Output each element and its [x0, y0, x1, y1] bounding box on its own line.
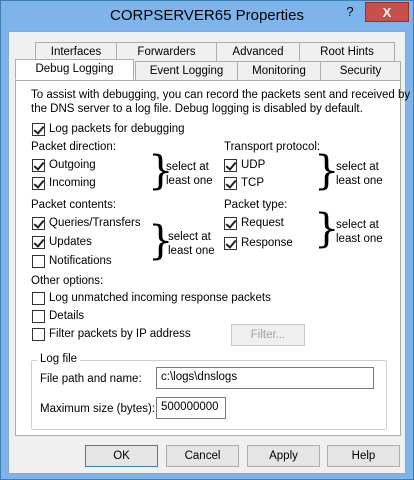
- packet-type-heading: Packet type:: [224, 199, 288, 211]
- title-bar: CORPSERVER65 Properties ? X: [1, 1, 413, 31]
- max-size-label: Maximum size (bytes):: [40, 403, 156, 415]
- notifications-label: Notifications: [49, 255, 112, 267]
- transport-note-1: select at: [336, 161, 379, 173]
- tab-advanced[interactable]: Advanced: [216, 42, 300, 61]
- log-packets-label: Log packets for debugging: [49, 123, 185, 135]
- outgoing-label: Outgoing: [49, 159, 96, 171]
- tcp-label: TCP: [241, 177, 264, 189]
- packet-direction-heading: Packet direction:: [31, 141, 117, 153]
- intro-line-2: the DNS server to a log file. Debug logg…: [31, 103, 363, 115]
- tab-event-logging[interactable]: Event Logging: [135, 61, 238, 80]
- transport-heading: Transport protocol:: [224, 141, 321, 153]
- udp-checkbox[interactable]: [224, 159, 237, 172]
- direction-note-1: select at: [166, 161, 209, 173]
- incoming-checkbox[interactable]: [32, 177, 45, 190]
- tab-monitoring[interactable]: Monitoring: [237, 61, 321, 80]
- help-icon[interactable]: ?: [337, 2, 363, 22]
- packet-contents-heading: Packet contents:: [31, 199, 117, 211]
- tab-root-hints[interactable]: Root Hints: [299, 42, 395, 61]
- udp-label: UDP: [241, 159, 266, 171]
- intro-line-1: To assist with debugging, you can record…: [31, 89, 411, 101]
- transport-note-2: least one: [336, 175, 383, 187]
- dialog-body: Interfaces Forwarders Advanced Root Hint…: [8, 31, 410, 474]
- properties-dialog: CORPSERVER65 Properties ? X Interfaces F…: [0, 0, 414, 480]
- log-file-heading: Log file: [37, 353, 81, 365]
- file-path-input[interactable]: c:\logs\dnslogs: [156, 367, 374, 389]
- details-checkbox[interactable]: [32, 310, 45, 323]
- response-label: Response: [241, 237, 293, 249]
- updates-label: Updates: [49, 236, 92, 248]
- debug-logging-panel: To assist with debugging, you can record…: [15, 80, 410, 436]
- direction-note-2: least one: [166, 175, 213, 187]
- log-packets-checkbox[interactable]: [32, 123, 45, 136]
- contents-note-1: select at: [168, 231, 211, 243]
- log-unmatched-checkbox[interactable]: [32, 292, 45, 305]
- notifications-checkbox[interactable]: [32, 255, 45, 268]
- request-label: Request: [241, 217, 284, 229]
- queries-checkbox[interactable]: [32, 217, 45, 230]
- help-button[interactable]: Help: [327, 445, 400, 467]
- outgoing-checkbox[interactable]: [32, 159, 45, 172]
- contents-note-2: least one: [168, 245, 215, 257]
- details-label: Details: [49, 310, 85, 322]
- updates-checkbox[interactable]: [32, 236, 45, 249]
- incoming-label: Incoming: [49, 177, 96, 189]
- ok-button[interactable]: OK: [85, 445, 158, 467]
- type-note-2: least one: [336, 233, 383, 245]
- cancel-button[interactable]: Cancel: [166, 445, 239, 467]
- filter-ip-label: Filter packets by IP address: [49, 328, 191, 340]
- tab-security[interactable]: Security: [320, 61, 401, 80]
- tab-debug-logging[interactable]: Debug Logging: [15, 59, 134, 80]
- filter-ip-checkbox[interactable]: [32, 328, 45, 341]
- file-path-label: File path and name:: [40, 373, 142, 385]
- tcp-checkbox[interactable]: [224, 177, 237, 190]
- filter-button[interactable]: Filter...: [231, 324, 305, 346]
- log-unmatched-label: Log unmatched incoming response packets: [49, 292, 271, 304]
- queries-label: Queries/Transfers: [49, 217, 141, 229]
- max-size-input[interactable]: 500000000: [156, 397, 226, 419]
- close-icon[interactable]: X: [365, 2, 409, 22]
- request-checkbox[interactable]: [224, 217, 237, 230]
- type-note-1: select at: [336, 219, 379, 231]
- apply-button[interactable]: Apply: [247, 445, 320, 467]
- response-checkbox[interactable]: [224, 237, 237, 250]
- other-options-heading: Other options:: [31, 275, 104, 287]
